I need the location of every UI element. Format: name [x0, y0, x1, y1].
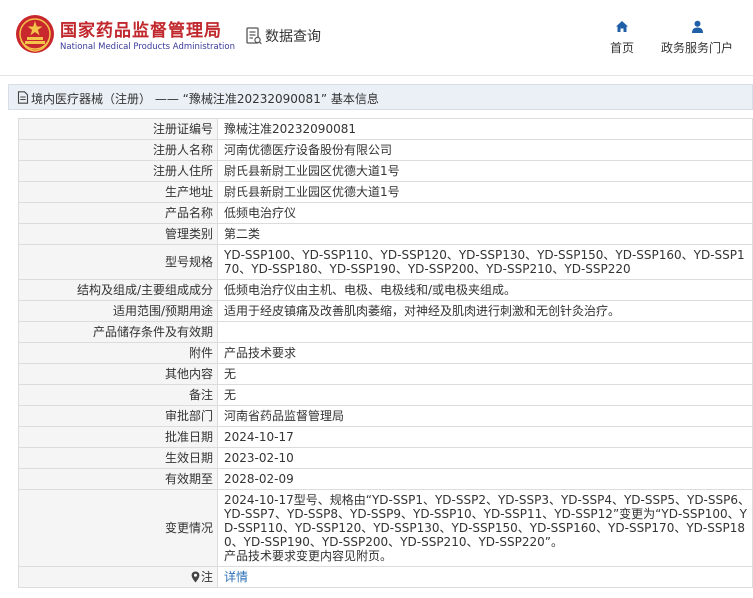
field-value: 低频电治疗仪	[217, 202, 753, 224]
field-value: 低频电治疗仪由主机、电极、电极线和/或电极夹组成。	[217, 279, 753, 301]
field-value: 2023-02-10	[217, 447, 753, 469]
data-query-title: 数据查询	[265, 29, 321, 45]
table-row: 结构及组成/主要组成成分 低频电治疗仪由主机、电极、电极线和/或电极夹组成。	[18, 279, 753, 301]
brand-title-cn: 国家药品监督管理局	[60, 21, 222, 41]
home-icon	[616, 21, 628, 32]
field-value: 2024-10-17	[217, 426, 753, 448]
field-label: 有效期至	[18, 468, 218, 490]
field-label: 注册人住所	[18, 160, 218, 182]
field-label: 适用范围/预期用途	[18, 300, 218, 322]
table-row: 注册人住所 尉氏县新尉工业园区优德大道1号	[18, 160, 753, 182]
table-row: 注 详情	[18, 566, 753, 588]
data-query-icon	[246, 27, 262, 45]
field-label: 注册证编号	[18, 118, 218, 140]
table-row: 变更情况 2024-10-17型号、规格由“YD-SSP1、YD-SSP2、YD…	[18, 489, 753, 567]
table-row: 管理类别 第二类	[18, 223, 753, 245]
field-value: 河南省药品监督管理局	[217, 405, 753, 427]
field-value: 无	[217, 384, 753, 406]
field-label: 产品储存条件及有效期	[18, 321, 218, 343]
field-value: 第二类	[217, 223, 753, 245]
nav-home[interactable]: 首页	[605, 20, 639, 56]
brand-title-en: National Medical Products Administration	[60, 42, 235, 52]
table-row: 有效期至 2028-02-09	[18, 468, 753, 490]
table-row: 注册证编号 豫械注准20232090081	[18, 118, 753, 140]
field-label: 生产地址	[18, 181, 218, 203]
table-row: 附件 产品技术要求	[18, 342, 753, 364]
user-icon	[691, 20, 703, 33]
nav-gov-services[interactable]: 政务服务门户	[660, 20, 734, 56]
field-value: 适用于经皮镇痛及改善肌肉萎缩，对神经及肌肉进行刺激和无创针灸治疗。	[217, 300, 753, 322]
record-title-bar: 境内医疗器械（注册） —— “豫械注准20232090081” 基本信息	[8, 84, 753, 110]
details-link[interactable]: 详情	[224, 570, 248, 584]
field-label: 结构及组成/主要组成成分	[18, 279, 218, 301]
record-title: 境内医疗器械（注册） —— “豫械注准20232090081” 基本信息	[31, 92, 379, 106]
field-label: 其他内容	[18, 363, 218, 385]
note-label-cell: 注	[18, 566, 218, 588]
field-label: 产品名称	[18, 202, 218, 224]
field-label: 管理类别	[18, 223, 218, 245]
table-row: 型号规格 YD-SSP100、YD-SSP110、YD-SSP120、YD-SS…	[18, 244, 753, 280]
table-row: 产品储存条件及有效期	[18, 321, 753, 343]
field-value: 2028-02-09	[217, 468, 753, 490]
field-value: YD-SSP100、YD-SSP110、YD-SSP120、YD-SSP130、…	[217, 244, 753, 280]
field-label: 附件	[18, 342, 218, 364]
field-value: 尉氏县新尉工业园区优德大道1号	[217, 181, 753, 203]
note-value-cell: 详情	[217, 566, 753, 588]
field-value: 2024-10-17型号、规格由“YD-SSP1、YD-SSP2、YD-SSP3…	[217, 489, 753, 567]
table-row: 适用范围/预期用途 适用于经皮镇痛及改善肌肉萎缩，对神经及肌肉进行刺激和无创针灸…	[18, 300, 753, 322]
field-value: 尉氏县新尉工业园区优德大道1号	[217, 160, 753, 182]
table-row: 注册人名称 河南优德医疗设备股份有限公司	[18, 139, 753, 161]
field-value: 产品技术要求	[217, 342, 753, 364]
field-label: 型号规格	[18, 244, 218, 280]
field-label: 备注	[18, 384, 218, 406]
field-value: 河南优德医疗设备股份有限公司	[217, 139, 753, 161]
table-row: 审批部门 河南省药品监督管理局	[18, 405, 753, 427]
nav-home-label: 首页	[609, 41, 634, 55]
field-label: 审批部门	[18, 405, 218, 427]
table-row: 备注 无	[18, 384, 753, 406]
nav-gov-services-label: 政务服务门户	[660, 41, 733, 55]
table-row: 其他内容 无	[18, 363, 753, 385]
table-row: 生效日期 2023-02-10	[18, 447, 753, 469]
field-value	[217, 321, 753, 343]
device-info-table: 注册证编号 豫械注准20232090081 注册人名称 河南优德医疗设备股份有限…	[18, 118, 753, 588]
change-history-text: 2024-10-17型号、规格由“YD-SSP1、YD-SSP2、YD-SSP3…	[224, 493, 750, 549]
table-row: 批准日期 2024-10-17	[18, 426, 753, 448]
field-label: 变更情况	[18, 489, 218, 567]
field-value: 无	[217, 363, 753, 385]
document-icon	[17, 91, 29, 104]
note-label: 注	[200, 570, 213, 584]
field-value: 豫械注准20232090081	[217, 118, 753, 140]
field-label: 生效日期	[18, 447, 218, 469]
field-label: 注册人名称	[18, 139, 218, 161]
field-label: 批准日期	[18, 426, 218, 448]
table-row: 生产地址 尉氏县新尉工业园区优德大道1号	[18, 181, 753, 203]
site-header: 国家药品监督管理局 National Medical Products Admi…	[0, 0, 753, 76]
change-history-note: 产品技术要求变更内容见附页。	[224, 549, 393, 563]
pin-icon	[191, 571, 200, 583]
table-row: 产品名称 低频电治疗仪	[18, 202, 753, 224]
national-emblem-icon	[16, 15, 54, 53]
